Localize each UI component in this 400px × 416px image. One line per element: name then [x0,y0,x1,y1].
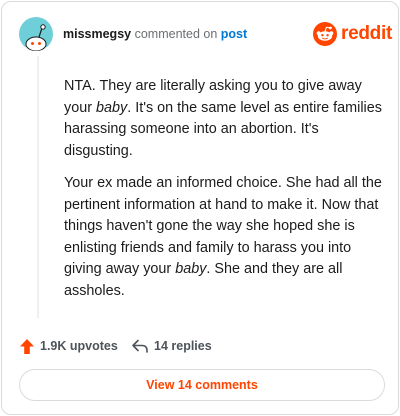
comment-paragraph-2: Your ex made an informed choice. She had… [64,175,382,299]
username-link[interactable]: missmegsy [63,27,131,41]
byline-action-text: commented on [134,27,218,41]
reply-arrow-icon [132,339,148,353]
user-avatar[interactable] [19,17,53,51]
comment-actions: 1.9K upvotes 14 replies [19,336,379,356]
snoo-avatar-icon [23,24,49,51]
byline: missmegsy commented on post [63,27,247,41]
upvote-button[interactable]: 1.9K upvotes [19,336,118,356]
upvote-arrow-icon [20,338,34,354]
post-link[interactable]: post [221,27,247,41]
reddit-alien-icon [313,22,337,46]
comment-header: missmegsy commented on post reddit [19,17,392,53]
reply-button[interactable]: 14 replies [131,336,212,356]
upvote-count: 1.9K upvotes [40,339,118,353]
reddit-wordmark: reddit [341,23,392,44]
view-comments-button[interactable]: View 14 comments [19,369,385,401]
comment-body: NTA. They are literally asking you to gi… [64,76,384,313]
thread-line[interactable] [37,56,39,318]
comment-card: missmegsy commented on post reddit NTA. … [1,1,399,415]
comment-paragraph-1: NTA. They are literally asking you to gi… [64,78,382,159]
reply-count: 14 replies [154,339,212,353]
reddit-brand[interactable]: reddit [313,19,392,49]
